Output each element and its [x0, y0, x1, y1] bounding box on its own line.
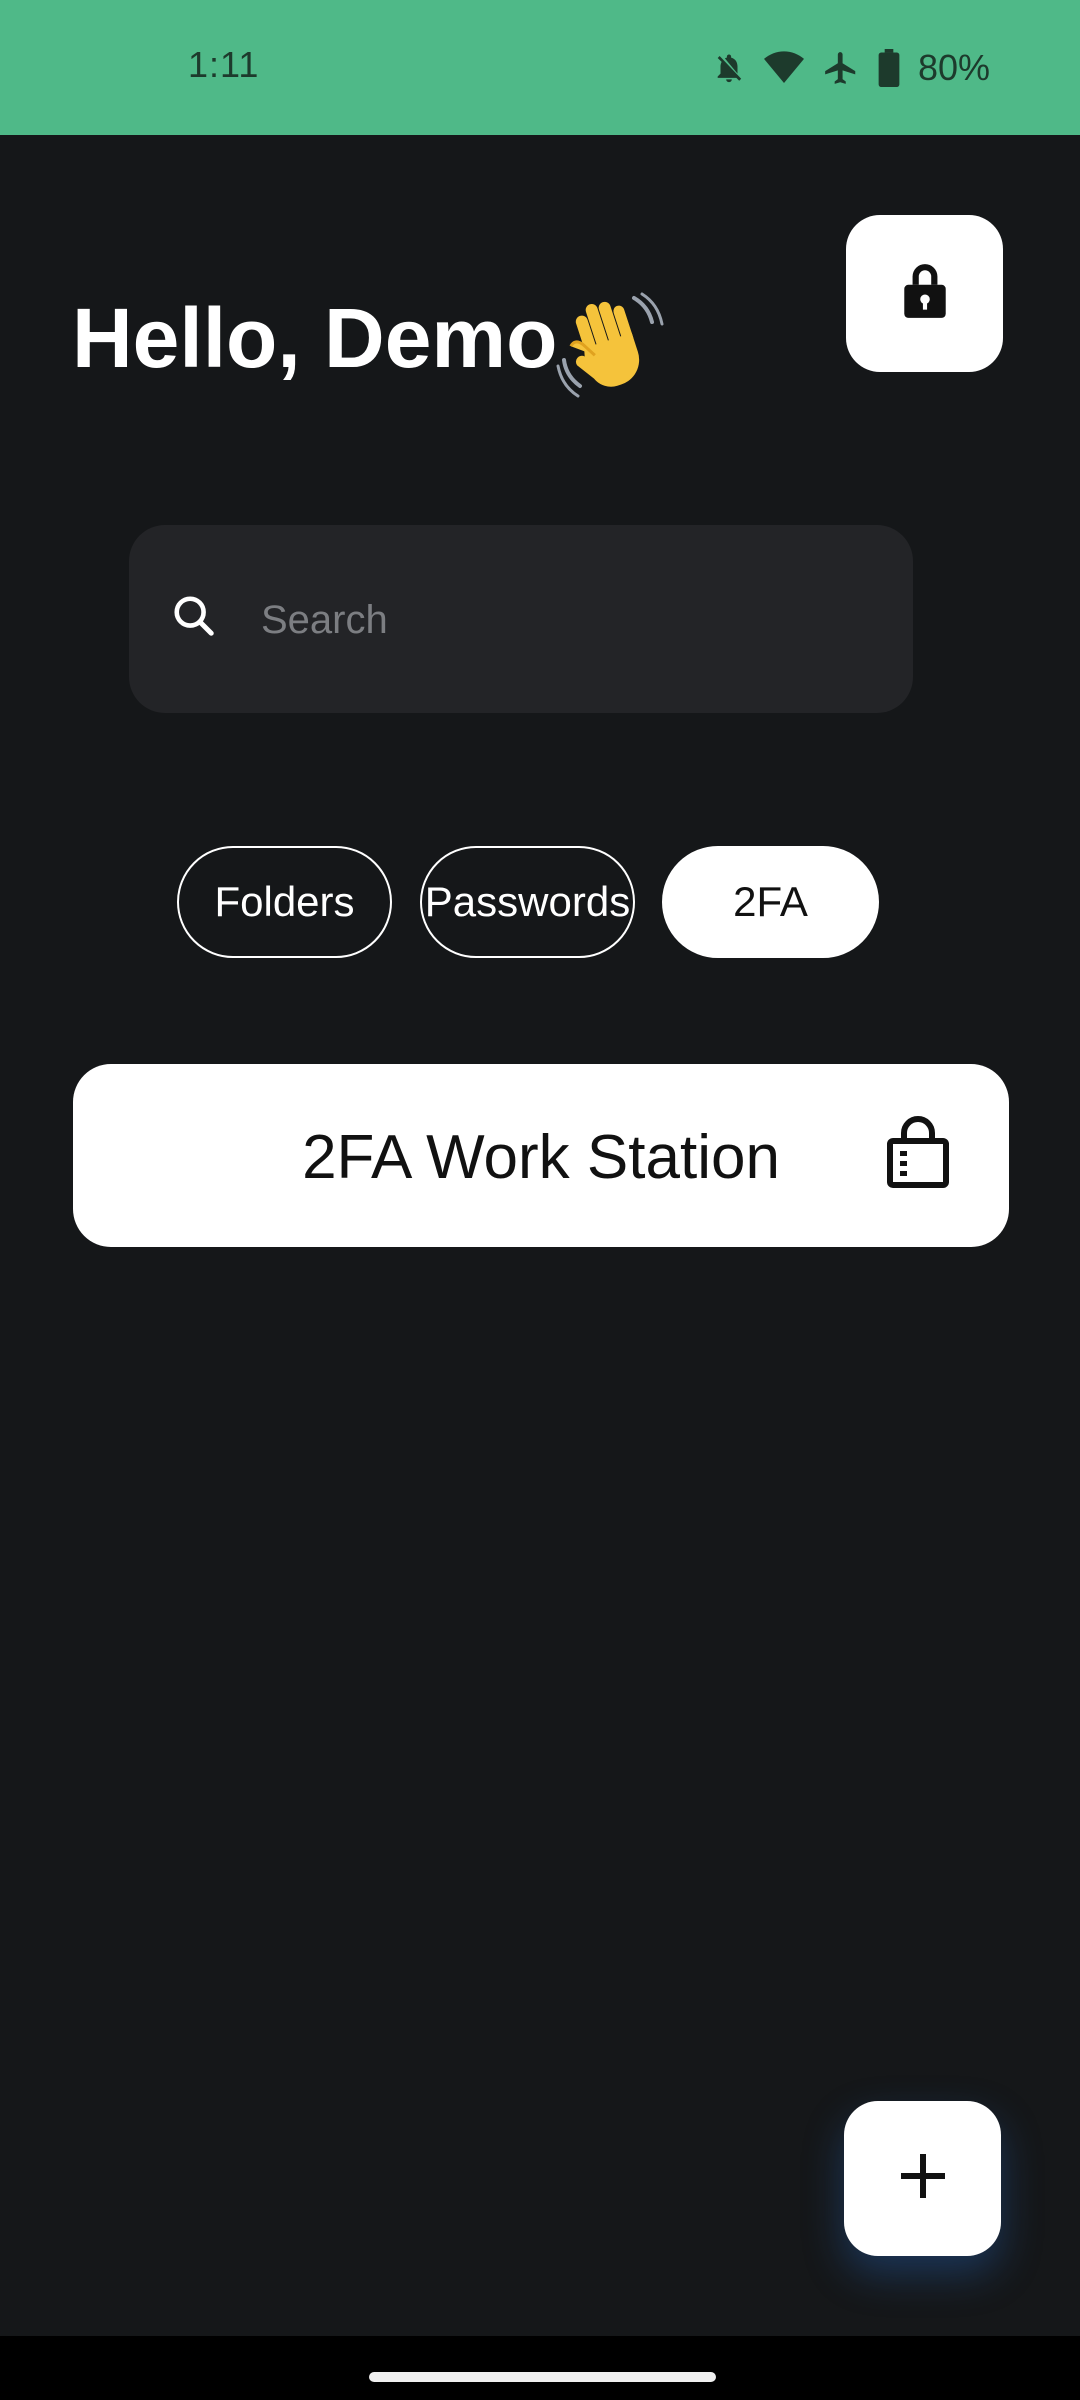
notifications-off-icon	[712, 50, 746, 86]
battery-percentage: 80%	[917, 47, 990, 88]
item-card[interactable]: 2FA Work Station	[73, 1064, 1009, 1247]
chip-2fa[interactable]: 2FA	[662, 846, 879, 958]
search-bar[interactable]	[129, 525, 913, 713]
chip-folders[interactable]: Folders	[177, 846, 392, 958]
greeting-title: Hello, Demo	[72, 291, 558, 385]
lock-button[interactable]	[846, 215, 1003, 372]
battery-icon	[878, 49, 900, 87]
item-title: 2FA Work Station	[302, 1123, 780, 1192]
status-bar: 1:11 80%	[0, 0, 1080, 135]
lock-icon	[900, 262, 950, 325]
status-time: 1:11	[188, 44, 260, 85]
search-icon	[171, 593, 217, 644]
airplane-mode-icon	[822, 49, 860, 87]
plus-icon	[899, 2152, 947, 2205]
home-gesture-handle[interactable]	[369, 2372, 716, 2382]
lock-box-icon	[886, 1115, 950, 1194]
status-icons: 80%	[712, 40, 990, 96]
chip-passwords[interactable]: Passwords	[420, 846, 635, 958]
waving-hand-icon	[556, 290, 666, 400]
search-input[interactable]	[259, 581, 883, 659]
navigation-bar	[0, 2336, 1080, 2400]
wifi-icon	[763, 51, 804, 85]
add-button[interactable]	[844, 2101, 1001, 2256]
